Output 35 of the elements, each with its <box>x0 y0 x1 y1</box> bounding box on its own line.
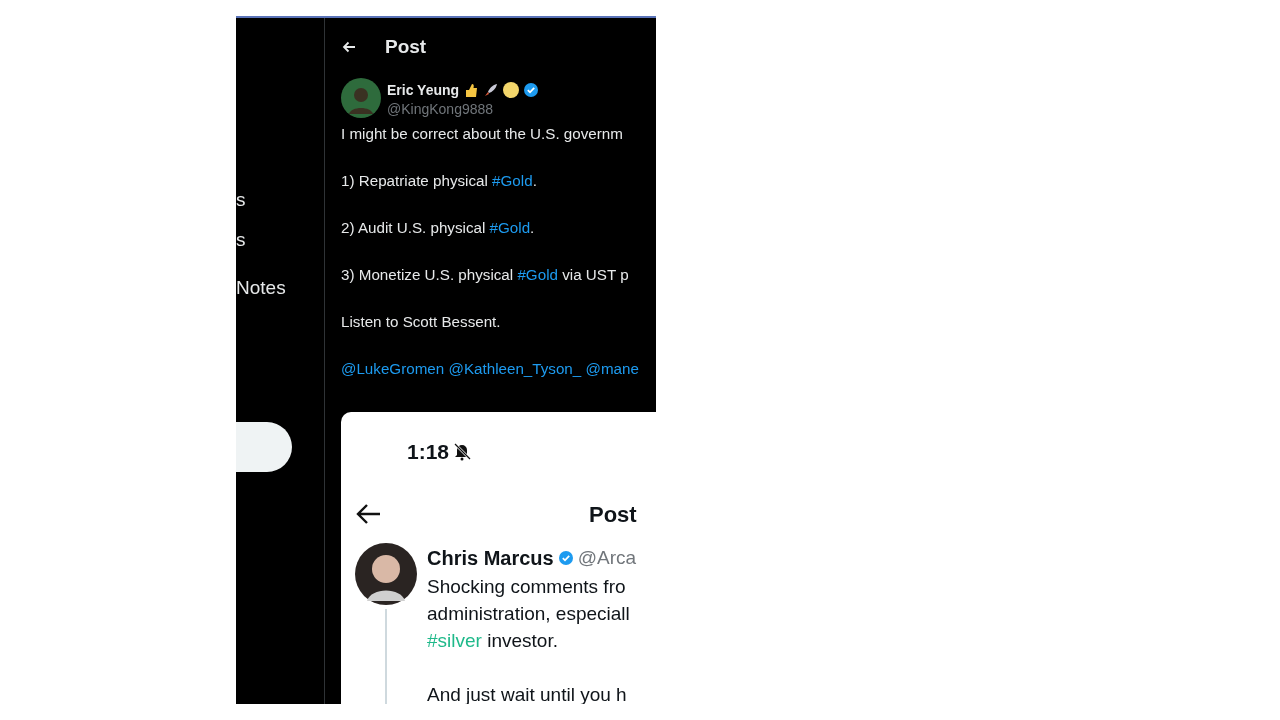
sidebar-item[interactable]: s <box>236 188 324 212</box>
status-time: 1:18 <box>407 439 450 465</box>
back-icon[interactable] <box>355 502 381 526</box>
post-text: administration, especiall <box>427 602 630 624</box>
post-text: 1) Repatriate physical <box>341 172 489 189</box>
sidebar-button[interactable] <box>236 422 292 472</box>
rocket-icon <box>483 82 500 98</box>
link[interactable]: #Gold <box>492 172 533 189</box>
circle-icon <box>503 82 520 98</box>
post-text: 3) Monetize U.S. physical <box>341 266 515 283</box>
author-handle: @KingKong9888 <box>387 100 495 117</box>
page-title: Post <box>385 34 427 59</box>
page-title: Post <box>589 500 637 529</box>
author-name: Chris Marcus <box>427 545 554 571</box>
thumbs-up-icon <box>463 82 480 98</box>
author-handle: @Arca <box>577 549 637 566</box>
avatar <box>341 78 381 118</box>
sidebar-item[interactable]: Notes <box>236 276 324 300</box>
post-text: I might be correct about the U.S. governm <box>341 125 623 142</box>
link[interactable]: @LukeGromen <box>341 360 445 377</box>
post-text: . <box>530 219 535 236</box>
link[interactable]: #Gold <box>517 266 558 283</box>
post-text: investor. <box>486 629 558 651</box>
post-text: Shocking comments fro <box>427 575 626 597</box>
sidebar-item[interactable]: s <box>236 228 324 252</box>
post-text: And just wait until you h <box>427 683 627 704</box>
link[interactable]: @mane <box>585 360 639 377</box>
author-name: Eric Yeung <box>387 80 460 100</box>
avatar <box>355 542 417 605</box>
post-text: Listen to Scott Bessent. <box>341 313 501 330</box>
back-icon[interactable] <box>341 39 357 55</box>
post-text: . <box>532 172 537 189</box>
post-text: via UST p <box>561 266 629 283</box>
post-text: 2) Audit U.S. physical <box>341 219 487 236</box>
link[interactable]: @Kathleen_Tyson_ <box>448 360 582 377</box>
